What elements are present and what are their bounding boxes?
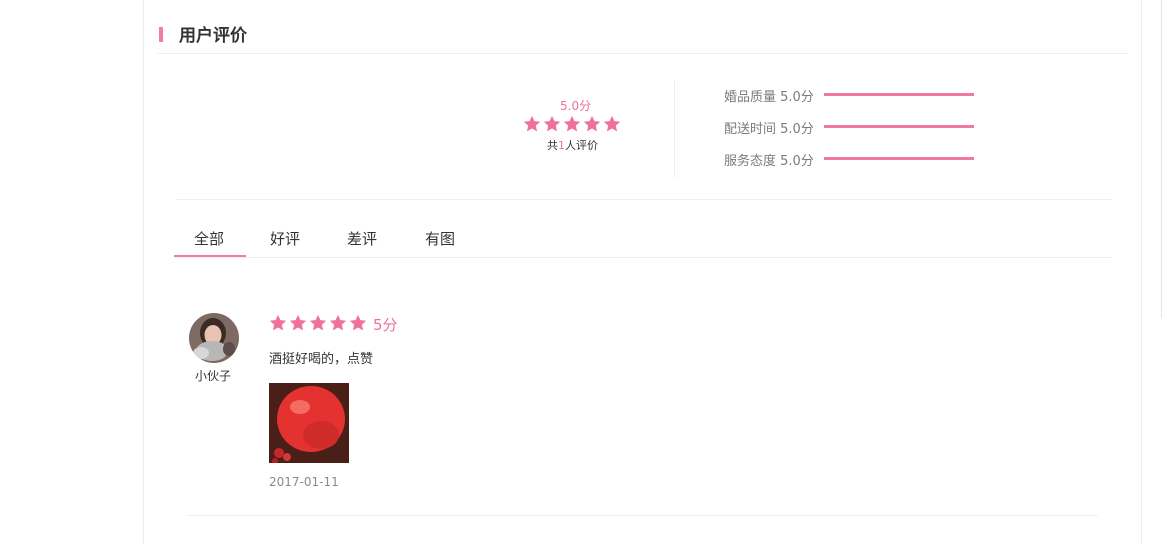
- metric-label: 服务态度 5.0分: [724, 154, 814, 169]
- star-icon: [329, 314, 347, 331]
- star-icon: [563, 115, 581, 132]
- metric-bar: [824, 125, 974, 128]
- section-title: 用户评价: [179, 26, 247, 46]
- panel-border-left: [143, 0, 144, 544]
- avatar-image: [189, 313, 239, 363]
- tab-bad[interactable]: 差评: [347, 228, 377, 249]
- star-icon: [543, 115, 561, 132]
- balloon-image: [269, 383, 349, 463]
- metric-bar: [824, 93, 974, 96]
- tab-all[interactable]: 全部: [194, 228, 224, 249]
- star-icon: [603, 115, 621, 132]
- review-divider: [187, 515, 1098, 516]
- review-date: 2017-01-11: [269, 475, 339, 489]
- metric-label: 配送时间 5.0分: [724, 122, 814, 137]
- star-icon: [583, 115, 601, 132]
- username: 小伙子: [195, 369, 232, 383]
- star-icon: [309, 314, 327, 331]
- star-icon: [523, 115, 541, 132]
- review-photo[interactable]: [269, 383, 349, 463]
- star-icon: [289, 314, 307, 331]
- panel-border-right: [1141, 0, 1142, 544]
- star-icon: [269, 314, 287, 331]
- review-text: 酒挺好喝的，点赞: [269, 352, 374, 367]
- overall-stars: [522, 114, 622, 136]
- summary-divider: [674, 80, 675, 178]
- review-score: 5分: [373, 316, 398, 334]
- overall-score: 5.0分: [560, 99, 592, 113]
- review-stars: [268, 313, 368, 333]
- metric-bar: [824, 157, 974, 160]
- scrollbar-track[interactable]: [1161, 0, 1162, 318]
- metric-label: 婚品质量 5.0分: [724, 90, 814, 105]
- tab-good[interactable]: 好评: [270, 228, 300, 249]
- active-tab-underline: [174, 255, 246, 257]
- total-prefix: 共: [547, 139, 558, 152]
- review-tabs: 全部 好评 差评 有图: [174, 222, 1112, 258]
- rating-summary: 5.0分 共1人评价 婚品质量 5.0分 配送时间 5.0分 服务态度 5.0分: [176, 80, 1112, 200]
- star-icon: [349, 314, 367, 331]
- total-reviews: 共1人评价: [547, 137, 598, 153]
- total-count: 1: [558, 139, 565, 152]
- page: 用户评价 5.0分 共1人评价 婚品质量 5.0分 配送时间 5.0分 服务态度…: [0, 0, 1166, 544]
- section-header: 用户评价: [158, 17, 1128, 54]
- section-accent-bar: [159, 27, 163, 42]
- tab-with-photos[interactable]: 有图: [425, 228, 455, 249]
- avatar[interactable]: [189, 313, 239, 363]
- total-suffix: 人评价: [565, 139, 598, 152]
